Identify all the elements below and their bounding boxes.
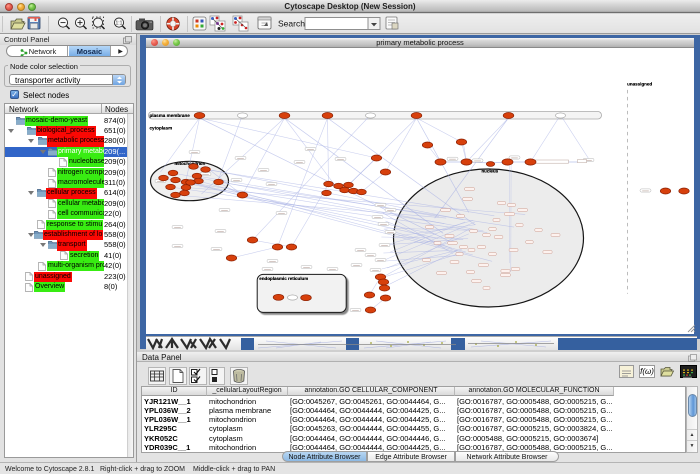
svg-text:1:1: 1:1 — [116, 21, 123, 27]
svg-text:unassigned: unassigned — [627, 82, 652, 87]
svg-text:endoplasmic reticulum: endoplasmic reticulum — [259, 276, 308, 281]
svg-text:Search:: Search: — [278, 19, 307, 29]
svg-text:nucleus: nucleus — [481, 169, 498, 174]
svg-text:plasma membrane: plasma membrane — [149, 113, 189, 118]
svg-text:cytoplasm: cytoplasm — [149, 126, 172, 131]
